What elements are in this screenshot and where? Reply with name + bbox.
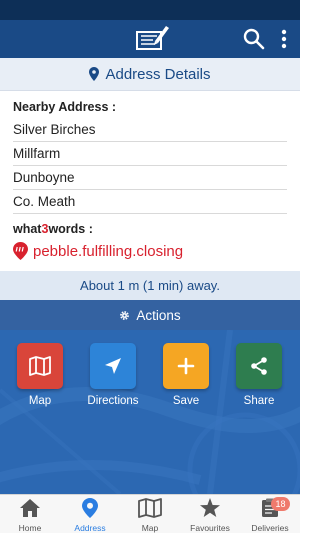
map-action-button[interactable]: Map: [10, 343, 70, 413]
address-line: Silver Birches: [13, 118, 287, 142]
actions-header: Actions: [0, 300, 300, 330]
app-logo-icon: [136, 26, 169, 50]
bottom-navigation: Home Address Map Favourites Deliveries: [0, 494, 300, 533]
navigation-arrow-icon: [105, 358, 121, 374]
status-bar: [0, 0, 300, 20]
nav-item-favourites[interactable]: Favourites: [180, 495, 240, 533]
address-line: Co. Meath: [13, 190, 287, 214]
nav-item-home[interactable]: Home: [0, 495, 60, 533]
nav-label-home: Home: [18, 523, 42, 533]
search-icon[interactable]: [242, 27, 266, 51]
plus-icon: [177, 357, 195, 375]
share-action-button[interactable]: Share: [229, 343, 289, 413]
map-icon: [138, 498, 162, 518]
what3words-value: pebble.fulfilling.closing: [33, 242, 184, 260]
address-line: Dunboyne: [13, 166, 287, 190]
location-pin-icon: [89, 67, 100, 81]
save-action-button[interactable]: Save: [156, 343, 216, 413]
nav-item-map[interactable]: Map: [120, 495, 180, 533]
nav-label-map: Map: [141, 523, 159, 533]
what3words-label: what3words :: [13, 222, 93, 236]
address-details-header: Address Details: [0, 58, 300, 91]
address-line: Millfarm: [13, 142, 287, 166]
directions-action-button[interactable]: Directions: [83, 343, 143, 413]
nearby-address-label: Nearby Address :: [13, 100, 117, 114]
deliveries-count-badge: 18: [271, 497, 290, 511]
gear-icon: [120, 310, 130, 320]
directions-action-label: Directions: [87, 395, 139, 407]
nav-label-deliveries: Deliveries: [251, 523, 289, 533]
what3words-address[interactable]: pebble.fulfilling.closing: [13, 240, 183, 262]
star-icon: [200, 498, 220, 517]
share-action-label: Share: [243, 395, 275, 407]
nav-label-address: Address: [74, 523, 106, 533]
nav-label-favourites: Favourites: [190, 523, 230, 533]
app-bar: [0, 20, 300, 58]
save-action-label: Save: [172, 395, 200, 407]
map-action-label: Map: [28, 395, 52, 407]
share-icon: [251, 357, 267, 375]
address-content: Nearby Address : Silver Birches Millfarm…: [0, 91, 300, 269]
nav-item-deliveries[interactable]: Deliveries: [240, 495, 300, 533]
address-details-title: Address Details: [105, 65, 211, 83]
nav-item-address[interactable]: Address: [60, 495, 120, 533]
what3words-pin-icon: [13, 242, 28, 260]
location-pin-icon: [82, 498, 98, 518]
map-icon: [29, 356, 51, 376]
overflow-menu-icon[interactable]: [276, 27, 292, 51]
distance-text: About 1 m (1 min) away.: [0, 271, 300, 300]
home-icon: [20, 499, 40, 517]
actions-title: Actions: [136, 307, 181, 323]
